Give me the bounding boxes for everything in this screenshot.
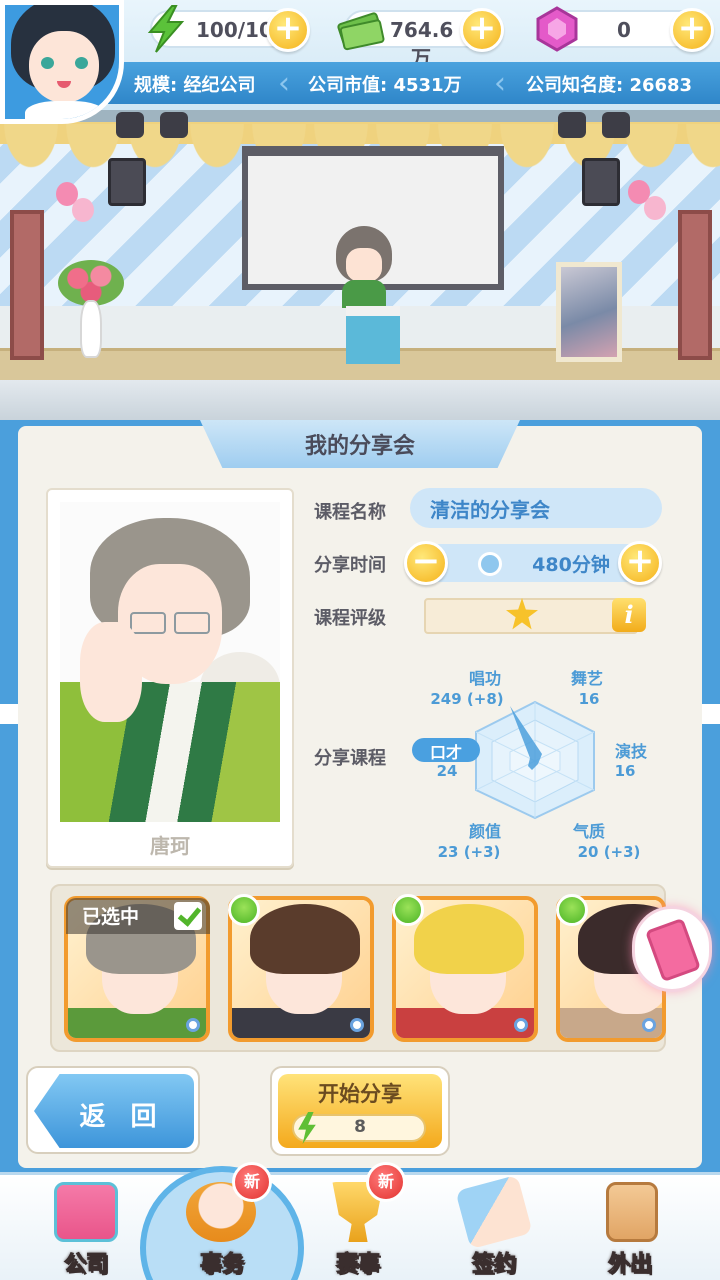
stage-scene [0, 110, 720, 420]
energy-counter: 100/100 + [147, 5, 310, 53]
stage-door [10, 210, 44, 360]
selected-label: 已选中 [82, 906, 140, 928]
add-diamond-button[interactable]: + [670, 8, 714, 52]
building-icon [54, 1182, 118, 1242]
add-money-button[interactable]: + [460, 8, 504, 52]
event-poster [556, 262, 622, 362]
balloon-icon [644, 196, 666, 220]
info-button[interactable]: i [612, 598, 646, 632]
energy-value: 100/100 [196, 18, 287, 42]
add-energy-button[interactable]: + [266, 8, 310, 52]
stage-light-icon [116, 112, 144, 138]
stage-light-icon [602, 112, 630, 138]
course-label: 分享课程 [314, 748, 386, 769]
course-name-field[interactable]: 清洁的分享会 [410, 488, 662, 528]
nav-competition-label: 赛事 [335, 1252, 380, 1278]
character-name: 唐珂 [150, 834, 190, 858]
new-badge: 新 [232, 1162, 272, 1202]
balloon-icon [72, 198, 94, 222]
stat-acting-value: 16 [614, 762, 636, 780]
speaker-icon [108, 158, 146, 206]
nav-contract-label: 签约 [471, 1252, 516, 1278]
nav-contract[interactable]: 签约 [432, 1172, 556, 1280]
stat-temperament-name: 气质 [572, 822, 605, 841]
phone-button[interactable] [632, 906, 712, 992]
stat-eloquence-name: 口才 [429, 743, 462, 762]
company-stats-bar: 规模: 经纪公司 ‹ 公司市值: 4531万 ‹ 公司知名度: 26683 [108, 62, 720, 104]
podium [346, 306, 400, 364]
new-badge: 新 [366, 1162, 406, 1202]
nav-outing[interactable]: 外出 [568, 1172, 692, 1280]
smiley-status-icon [228, 894, 260, 926]
money-counter: 764.6万 + [337, 8, 504, 70]
phone-icon [644, 917, 702, 983]
diamond-counter: 0 + [536, 6, 714, 52]
nav-outing-label: 外出 [607, 1252, 652, 1278]
player-avatar[interactable] [0, 0, 124, 124]
nav-affairs-label: 事务 [199, 1252, 244, 1278]
stat-eloquence-value: 24 [436, 762, 458, 780]
stage-light-icon [558, 112, 586, 138]
contract-hand-icon [455, 1174, 533, 1250]
stat-dance-name: 舞艺 [570, 669, 603, 688]
smiley-status-icon [392, 894, 424, 926]
energy-cost-value: 8 [354, 1117, 366, 1137]
vase-icon [80, 300, 102, 358]
smiley-status-icon [556, 894, 588, 926]
rating-label: 课程评级 [314, 608, 386, 629]
character-portrait [60, 502, 280, 822]
diamond-value: 0 [617, 18, 631, 42]
speaker-icon [582, 158, 620, 206]
stat-acting-name: 演技 [614, 742, 647, 761]
nav-company[interactable]: 公司 [24, 1172, 148, 1280]
back-button-label: 返 回 [79, 1102, 165, 1132]
cash-stack-icon [337, 12, 385, 51]
divider: ‹ [278, 66, 290, 101]
energy-bolt-icon [147, 5, 185, 53]
door-exit-icon [606, 1182, 658, 1242]
company-market-value: 公司市值: 4531万 [308, 75, 462, 96]
stage-light-icon [160, 112, 188, 138]
nav-company-label: 公司 [63, 1252, 108, 1278]
stat-looks-value: 23 (+3) [437, 843, 501, 861]
stat-looks-name: 颜值 [468, 822, 501, 841]
stat-singing-name: 唱功 [468, 669, 501, 688]
start-share-label: 开始分享 [318, 1082, 402, 1106]
pink-gem-icon [536, 6, 578, 52]
increase-time-button[interactable]: + [618, 541, 662, 585]
stage-door [678, 210, 712, 360]
decrease-time-button[interactable]: − [404, 541, 448, 585]
checkmark-icon [174, 902, 202, 930]
stat-dance-value: 16 [578, 690, 600, 708]
company-scale: 规模: 经纪公司 [134, 75, 256, 96]
company-fame: 公司知名度: 26683 [526, 75, 693, 96]
time-label: 分享时间 [314, 555, 386, 576]
course-name-label: 课程名称 [314, 502, 386, 523]
stat-temperament-value: 20 (+3) [577, 843, 641, 861]
panel-title: 我的分享会 [304, 434, 415, 459]
divider: ‹ [494, 66, 506, 101]
stat-singing-value: 249 (+8) [430, 690, 504, 708]
